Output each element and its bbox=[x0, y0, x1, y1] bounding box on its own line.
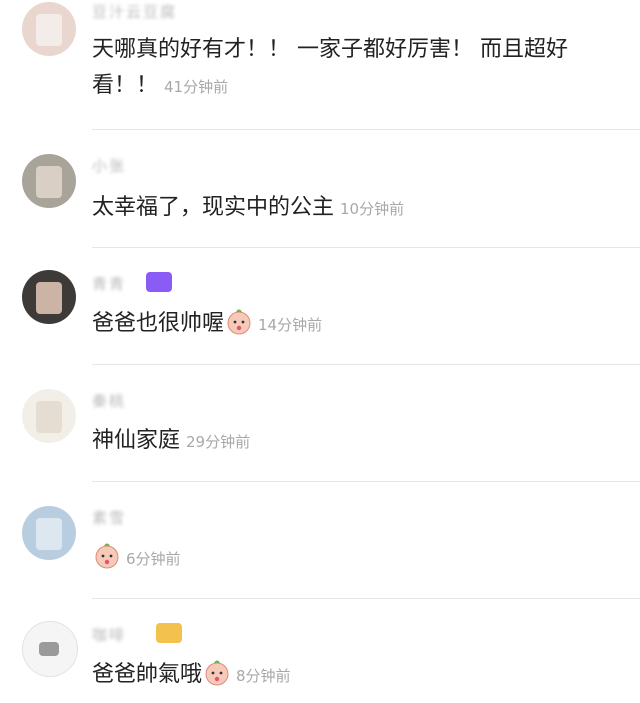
username[interactable]: 素雪 bbox=[92, 508, 126, 528]
comment-body: 神仙家庭 bbox=[92, 428, 181, 453]
comment-text: 爸爸帥氣哦 8分钟前 bbox=[92, 657, 612, 694]
username[interactable]: 青青 bbox=[92, 274, 126, 294]
avatar[interactable] bbox=[22, 154, 76, 208]
comment-item[interactable]: 秦桃 神仙家庭 29分钟前 bbox=[0, 365, 640, 482]
comment-body: 太幸福了，现实中的公主 bbox=[92, 195, 335, 220]
comment-item[interactable]: 小张 太幸福了，现实中的公主 10分钟前 bbox=[0, 130, 640, 248]
comment-text: 天哪真的好有才！！ 一家子都好厉害！ 而且超好看！！ 41分钟前 bbox=[92, 32, 612, 105]
comment-item[interactable]: 素雪 6分钟前 bbox=[0, 482, 640, 599]
avatar[interactable] bbox=[22, 2, 76, 56]
comment-time: 6分钟前 bbox=[126, 550, 181, 568]
comment-item[interactable]: 咖啡 爸爸帥氣哦 8分钟前 bbox=[0, 599, 640, 703]
comment-time: 8分钟前 bbox=[236, 667, 291, 685]
comment-time: 14分钟前 bbox=[258, 316, 323, 334]
vip-badge-icon bbox=[146, 272, 172, 292]
username[interactable]: 豆汁云豆腐 bbox=[92, 2, 177, 22]
avatar[interactable] bbox=[22, 389, 76, 443]
username[interactable]: 小张 bbox=[92, 156, 126, 176]
avatar[interactable] bbox=[22, 270, 76, 324]
vip-badge-icon bbox=[156, 623, 182, 643]
comment-text: 爸爸也很帅喔 14分钟前 bbox=[92, 306, 612, 343]
comment-body: 爸爸也很帅喔 bbox=[92, 311, 225, 336]
username[interactable]: 秦桃 bbox=[92, 391, 126, 411]
comment-text: 太幸福了，现实中的公主 10分钟前 bbox=[92, 190, 612, 227]
comment-time: 41分钟前 bbox=[164, 78, 229, 96]
avatar[interactable] bbox=[22, 506, 76, 560]
shy-face-emoji-icon bbox=[227, 309, 251, 335]
comment-text: 6分钟前 bbox=[92, 540, 612, 577]
comment-time: 10分钟前 bbox=[340, 200, 405, 218]
comment-body: 爸爸帥氣哦 bbox=[92, 662, 203, 687]
avatar[interactable] bbox=[22, 621, 78, 677]
comment-item[interactable]: 青青 爸爸也很帅喔 14分钟前 bbox=[0, 248, 640, 365]
comment-time: 29分钟前 bbox=[186, 433, 251, 451]
shy-face-emoji-icon bbox=[205, 660, 229, 686]
shy-face-emoji-icon bbox=[95, 543, 119, 569]
comment-text: 神仙家庭 29分钟前 bbox=[92, 423, 612, 460]
username[interactable]: 咖啡 bbox=[92, 625, 126, 645]
comment-item[interactable]: 豆汁云豆腐 天哪真的好有才！！ 一家子都好厉害！ 而且超好看！！ 41分钟前 bbox=[0, 0, 640, 130]
